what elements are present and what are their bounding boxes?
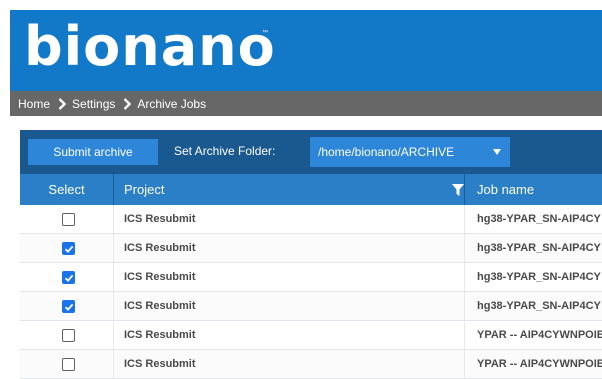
submit-archive-button[interactable]: Submit archive	[28, 139, 158, 165]
breadcrumb-settings[interactable]: Settings	[72, 97, 115, 111]
grid-body: ICS Resubmit hg38-YPAR_SN-AIP4CY ICS Resub…	[20, 205, 602, 379]
archive-toolbar: Submit archive Set Archive Folder: /home…	[20, 130, 602, 174]
project-cell: ICS Resubmit	[113, 292, 464, 320]
archive-folder-value: /home/bionano/ARCHIVE	[318, 145, 455, 159]
job-name-cell: hg38-YPAR_SN-AIP4CY	[464, 263, 602, 291]
chevron-right-icon	[124, 97, 132, 110]
checkmark-icon	[64, 274, 74, 282]
breadcrumb-archive-jobs: Archive Jobs	[137, 96, 207, 111]
select-cell	[20, 205, 113, 233]
app-header: bionano ™	[10, 10, 602, 91]
table-row[interactable]: ICS Resubmit hg38-YPAR_SN-AIP4CY	[20, 205, 602, 234]
job-name-cell: YPAR -- AIP4CYWNPOIE	[464, 350, 602, 378]
chevron-right-icon	[58, 97, 67, 110]
row-select-checkbox[interactable]	[62, 271, 75, 284]
project-cell: ICS Resubmit	[113, 263, 464, 291]
archive-folder-label: Set Archive Folder:	[174, 144, 276, 158]
row-select-checkbox[interactable]	[62, 242, 75, 255]
select-cell	[20, 350, 113, 378]
row-select-checkbox[interactable]	[62, 329, 75, 342]
row-select-checkbox[interactable]	[62, 358, 75, 371]
select-cell	[20, 292, 113, 320]
grid-header: Select Project Job name	[20, 174, 602, 205]
project-cell: ICS Resubmit	[113, 350, 464, 378]
project-cell: ICS Resubmit	[113, 205, 464, 233]
select-cell	[20, 263, 113, 291]
table-row[interactable]: ICS Resubmit hg38-YPAR_SN-AIP4CY	[20, 263, 602, 292]
checkmark-icon	[64, 303, 74, 311]
archive-folder-select[interactable]: /home/bionano/ARCHIVE	[310, 137, 510, 167]
row-select-checkbox[interactable]	[62, 300, 75, 313]
project-cell: ICS Resubmit	[113, 321, 464, 349]
table-row[interactable]: ICS Resubmit hg38-YPAR_SN-AIP4CY	[20, 292, 602, 321]
table-row[interactable]: ICS Resubmit YPAR -- AIP4CYWNPOIE	[20, 321, 602, 350]
job-name-cell: hg38-YPAR_SN-AIP4CY	[464, 205, 602, 233]
job-name-cell: hg38-YPAR_SN-AIP4CY	[464, 234, 602, 262]
project-cell: ICS Resubmit	[113, 234, 464, 262]
table-row[interactable]: ICS Resubmit hg38-YPAR_SN-AIP4CY	[20, 234, 602, 263]
select-cell	[20, 234, 113, 262]
breadcrumb-home[interactable]: Home	[10, 97, 50, 111]
column-header-project[interactable]: Project	[113, 174, 464, 205]
bionano-logo[interactable]: bionano	[24, 12, 276, 82]
filter-icon[interactable]	[452, 184, 464, 196]
breadcrumb: Home Settings Archive Jobs	[10, 91, 602, 116]
row-select-checkbox[interactable]	[62, 213, 75, 226]
caret-down-icon	[493, 149, 501, 155]
job-name-cell: hg38-YPAR_SN-AIP4CY	[464, 292, 602, 320]
column-header-job-name[interactable]: Job name	[464, 174, 602, 205]
logo-trademark: ™	[262, 30, 268, 36]
select-cell	[20, 321, 113, 349]
column-header-select[interactable]: Select	[20, 174, 113, 205]
job-name-cell: YPAR -- AIP4CYWNPOIE	[464, 321, 602, 349]
checkmark-icon	[64, 245, 74, 253]
table-row[interactable]: ICS Resubmit YPAR -- AIP4CYWNPOIE	[20, 350, 602, 379]
